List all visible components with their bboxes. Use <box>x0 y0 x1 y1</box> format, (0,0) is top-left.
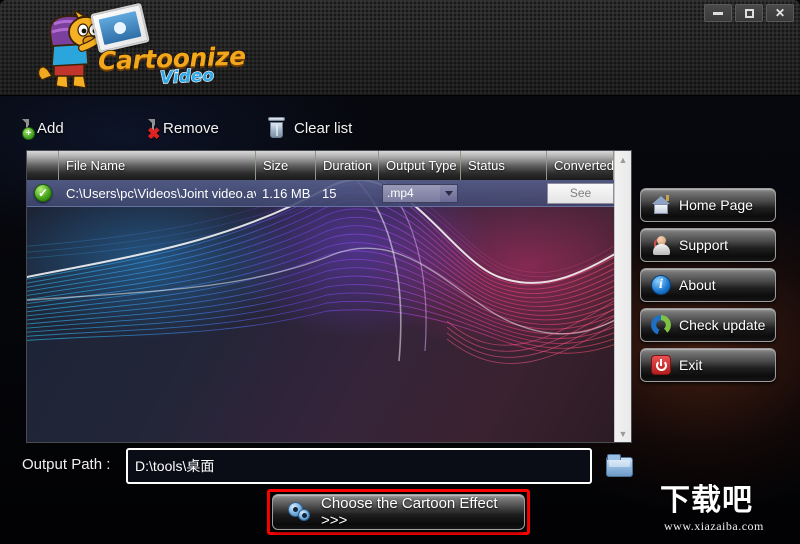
maximize-icon <box>744 8 754 18</box>
watermark: 下载吧 www.xiazaiba.com <box>660 485 792 537</box>
app-logo: Cartoonize Video <box>28 2 248 92</box>
home-page-button[interactable]: Home Page <box>640 188 776 222</box>
column-header-status[interactable]: Status <box>461 151 547 180</box>
clear-list-button-label: Clear list <box>294 119 353 137</box>
about-button[interactable]: i About <box>640 268 776 302</box>
row-status-cell: ✓ <box>27 180 59 207</box>
check-update-button-label: Check update <box>679 317 766 333</box>
cta-highlight-border: Choose the Cartoon Effect >>> <box>267 489 530 535</box>
output-path-label: Output Path : <box>22 456 111 473</box>
logo-wordmark: Cartoonize Video <box>97 41 258 92</box>
column-header-file-name[interactable]: File Name <box>59 151 256 180</box>
trash-icon <box>268 117 285 139</box>
house-icon <box>651 195 671 215</box>
green-check-icon: ✓ <box>34 184 52 202</box>
folder-icon <box>606 454 633 477</box>
document-remove-icon: ✖ <box>147 118 160 142</box>
minimize-button[interactable] <box>704 4 732 22</box>
output-type-dropdown[interactable]: .mp4 <box>382 183 458 203</box>
power-icon <box>651 355 671 375</box>
output-path-input[interactable]: D:\tools\桌面 <box>126 448 592 484</box>
toolbar: + Add ✖ Remove Clear list <box>0 108 640 148</box>
window-controls: ✕ <box>704 4 794 22</box>
about-button-label: About <box>679 277 716 293</box>
file-list-panel: File Name Size Duration Output Type Stat… <box>26 150 632 443</box>
output-type-value: .mp4 <box>387 186 414 200</box>
column-header-duration[interactable]: Duration <box>316 151 379 180</box>
exit-button[interactable]: Exit <box>640 348 776 382</box>
output-path-row: Output Path : D:\tools\桌面 <box>0 448 800 488</box>
remove-button[interactable]: ✖ Remove <box>147 108 219 148</box>
maximize-button[interactable] <box>735 4 763 22</box>
support-button[interactable]: Support <box>640 228 776 262</box>
scroll-up-arrow-icon[interactable]: ▲ <box>615 151 632 168</box>
watermark-text: 下载吧 <box>660 483 753 518</box>
close-button[interactable]: ✕ <box>766 4 794 22</box>
close-icon: ✕ <box>774 6 786 20</box>
see-button[interactable]: See <box>547 182 614 204</box>
browse-folder-button[interactable] <box>606 454 634 478</box>
title-bar: ✕ Cartoonize Video <box>0 0 800 96</box>
application-window: ✕ Cartoonize Video + Add ✖ Remove Clear … <box>0 0 800 544</box>
document-add-icon: + <box>22 118 35 140</box>
add-button-label: Add <box>37 119 64 137</box>
list-column-headers: File Name Size Duration Output Type Stat… <box>27 151 631 180</box>
chevron-down-icon[interactable] <box>440 184 457 202</box>
add-button[interactable]: + Add <box>22 108 64 148</box>
row-duration: 15 <box>322 185 337 201</box>
home-page-button-label: Home Page <box>679 197 753 213</box>
gears-icon <box>286 500 312 523</box>
minimize-icon <box>713 11 723 15</box>
column-header-select[interactable] <box>27 151 59 180</box>
side-button-panel: Home Page Support i About Check update E… <box>640 188 776 388</box>
remove-button-label: Remove <box>163 119 219 137</box>
scroll-down-arrow-icon[interactable]: ▼ <box>615 425 632 442</box>
column-header-size[interactable]: Size <box>256 151 316 180</box>
list-scrollbar[interactable]: ▲ ▼ <box>614 151 631 442</box>
row-converted-cell: See <box>547 180 614 207</box>
info-icon: i <box>651 275 671 295</box>
choose-cartoon-effect-button[interactable]: Choose the Cartoon Effect >>> <box>272 494 525 530</box>
row-size: 1.16 MB <box>262 185 311 201</box>
row-file-name: C:\Users\pc\Videos\Joint video.avi <box>66 185 256 201</box>
support-button-label: Support <box>679 237 729 253</box>
choose-cartoon-effect-label: Choose the Cartoon Effect >>> <box>321 495 498 529</box>
logo-word-sub: Video <box>159 65 215 89</box>
watermark-url: www.xiazaiba.com <box>664 519 764 533</box>
check-update-button[interactable]: Check update <box>640 308 776 342</box>
column-header-output-type[interactable]: Output Type <box>379 151 461 180</box>
exit-button-label: Exit <box>679 357 703 373</box>
clear-list-button[interactable]: Clear list <box>268 108 352 148</box>
refresh-icon <box>651 315 671 335</box>
row-status <box>461 180 547 207</box>
support-agent-icon <box>651 235 671 255</box>
table-row[interactable]: ✓ C:\Users\pc\Videos\Joint video.avi 1.1… <box>27 180 631 207</box>
row-output-type-cell: .mp4 <box>379 180 461 207</box>
column-header-converted[interactable]: Converted <box>547 151 614 180</box>
